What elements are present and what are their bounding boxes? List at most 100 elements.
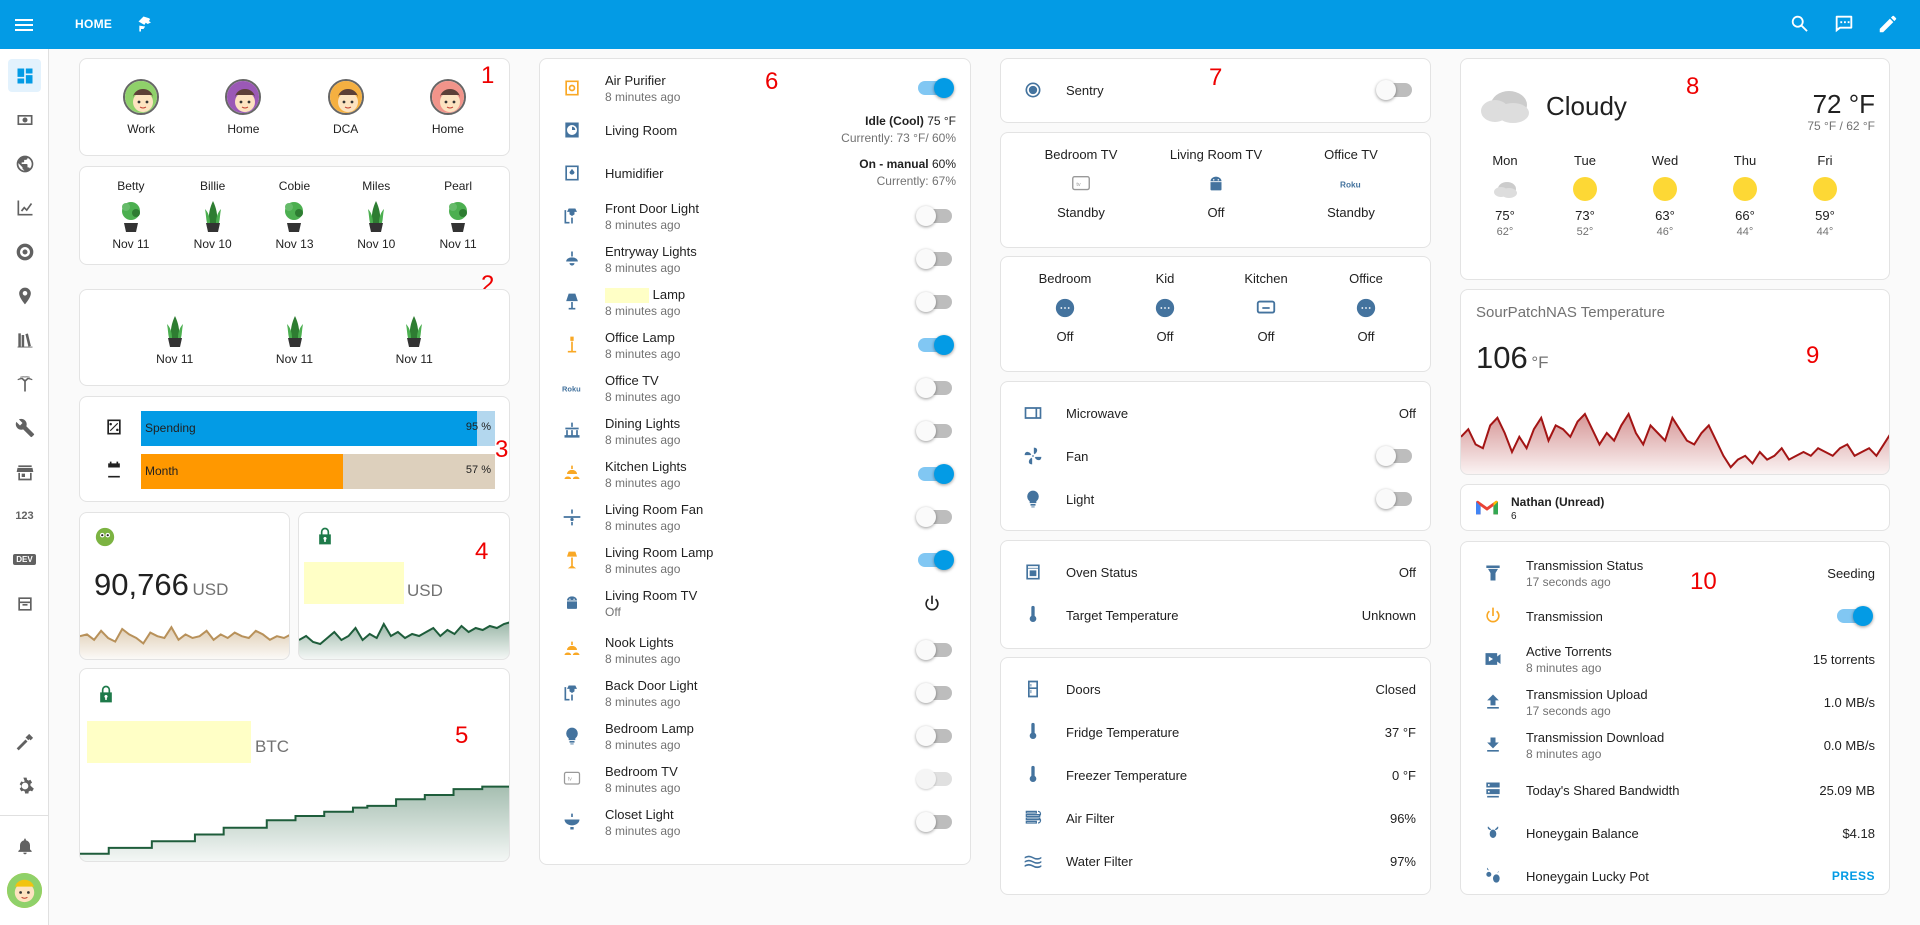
light-row[interactable]: Bedroom Lamp 8 minutes ago: [540, 717, 970, 757]
sidebar-item-media[interactable]: [8, 587, 41, 620]
light-toggle[interactable]: [916, 378, 952, 398]
tv-entity[interactable]: Bedroom TV tv Standby: [1021, 147, 1141, 220]
light-row[interactable]: Living Room Lamp 8 minutes ago: [540, 541, 970, 581]
person-2[interactable]: DCA: [306, 79, 386, 136]
person-3[interactable]: Home: [408, 79, 488, 136]
sidebar-item-notifications[interactable]: [8, 829, 41, 862]
row-toggle[interactable]: [1376, 446, 1412, 466]
sidebar-item-money[interactable]: [8, 103, 41, 136]
plant-1[interactable]: Billie Nov 10: [178, 179, 248, 251]
light-row[interactable]: Back Door Light 8 minutes ago: [540, 674, 970, 714]
entity-row[interactable]: Freezer Temperature 0 °F: [1001, 756, 1430, 796]
entity-row[interactable]: Transmission: [1461, 597, 1889, 637]
light-toggle[interactable]: [918, 464, 954, 484]
entity-row[interactable]: Oven Status Off: [1001, 553, 1430, 593]
gmail-card[interactable]: Nathan (Unread) 6: [1460, 484, 1890, 531]
light-toggle[interactable]: [916, 249, 952, 269]
light-toggle[interactable]: [916, 206, 952, 226]
light-toggle[interactable]: [916, 683, 952, 703]
sidebar-item-hacs[interactable]: [8, 455, 41, 488]
plant-3[interactable]: Miles Nov 10: [341, 179, 411, 251]
plant-0[interactable]: Betty Nov 11: [96, 179, 166, 251]
plant-2[interactable]: Cobie Nov 13: [259, 179, 329, 251]
entity-row[interactable]: Honeygain Lucky Pot PRESS: [1461, 857, 1889, 894]
light-row[interactable]: Front Door Light 8 minutes ago: [540, 197, 970, 237]
assist-icon[interactable]: [1833, 13, 1855, 35]
light-row[interactable]: Closet Light 8 minutes ago: [540, 803, 970, 843]
light-row[interactable]: Living Room TV Off: [540, 584, 970, 624]
light-toggle[interactable]: [916, 769, 952, 789]
entity-row[interactable]: Honeygain Balance $4.18: [1461, 814, 1889, 854]
tv-entity[interactable]: Office TV Roku Standby: [1291, 147, 1411, 220]
light-toggle[interactable]: [916, 507, 952, 527]
weather-card[interactable]: Cloudy 72 °F 75 °F / 62 °F Mon 75° 62° T…: [1460, 58, 1890, 280]
light-toggle[interactable]: [918, 78, 954, 98]
sidebar-item-map[interactable]: [8, 279, 41, 312]
cactus-0[interactable]: Nov 11: [140, 310, 210, 366]
light-toggle[interactable]: [916, 640, 952, 660]
tab-home[interactable]: HOME: [75, 17, 112, 31]
plant-4[interactable]: Pearl Nov 11: [423, 179, 493, 251]
bar-row-month[interactable]: Month 57 %: [80, 448, 509, 492]
light-toggle[interactable]: [916, 812, 952, 832]
usd-sensor-card-b[interactable]: USD: [298, 512, 510, 660]
light-row[interactable]: Roku Office TV 8 minutes ago: [540, 369, 970, 409]
light-toggle[interactable]: [916, 726, 952, 746]
entity-row[interactable]: Microwave Off: [1001, 394, 1430, 434]
light-row[interactable]: Living Room Idle (Cool) 75 °F Currently: …: [540, 111, 970, 151]
entity-row[interactable]: Water Filter 97%: [1001, 842, 1430, 882]
light-row[interactable]: Lamp 8 minutes ago: [540, 283, 970, 323]
menu-icon[interactable]: [12, 13, 36, 37]
entity-row[interactable]: Doors Closed: [1001, 670, 1430, 710]
sentry-toggle[interactable]: [1376, 80, 1412, 100]
light-row[interactable]: Office Lamp 8 minutes ago: [540, 326, 970, 366]
sidebar-item-tools[interactable]: [8, 411, 41, 444]
cactus-2[interactable]: Nov 11: [379, 310, 449, 366]
light-toggle[interactable]: [916, 292, 952, 312]
entity-row[interactable]: Active Torrents 8 minutes ago 15 torrent…: [1461, 640, 1889, 680]
sidebar-item-counter[interactable]: 123: [8, 499, 41, 532]
tv-entity[interactable]: Living Room TV Off: [1156, 147, 1276, 220]
light-row[interactable]: Kitchen Lights 8 minutes ago: [540, 455, 970, 495]
entity-row[interactable]: Light: [1001, 480, 1430, 520]
entity-row[interactable]: Transmission Upload 17 seconds ago 1.0 M…: [1461, 683, 1889, 723]
light-toggle[interactable]: [918, 335, 954, 355]
cactus-1[interactable]: Nov 11: [260, 310, 330, 366]
light-row[interactable]: Humidifier On - manual 60% Currently: 67%: [540, 154, 970, 194]
speaker-entity[interactable]: Office Off: [1306, 271, 1426, 344]
power-button[interactable]: [922, 594, 942, 614]
light-row[interactable]: Entryway Lights 8 minutes ago: [540, 240, 970, 280]
climate-state[interactable]: On - manual 60% Currently: 67%: [859, 157, 956, 188]
press-button[interactable]: PRESS: [1832, 869, 1875, 883]
row-toggle[interactable]: [1837, 606, 1873, 626]
sidebar-item-web[interactable]: [8, 147, 41, 180]
person-1[interactable]: Home: [203, 79, 283, 136]
person-0[interactable]: Work: [101, 79, 181, 136]
entity-row[interactable]: Target Temperature Unknown: [1001, 596, 1430, 636]
light-toggle[interactable]: [916, 421, 952, 441]
sidebar-item-target[interactable]: [8, 235, 41, 268]
entity-row[interactable]: Fan: [1001, 437, 1430, 477]
row-toggle[interactable]: [1376, 489, 1412, 509]
sidebar-item-dev[interactable]: DEV: [8, 543, 41, 576]
btc-sensor-card[interactable]: BTC: [79, 668, 510, 862]
sidebar-item-history[interactable]: [8, 191, 41, 224]
bar-row-spending[interactable]: Spending 95 %: [80, 405, 509, 449]
entity-row[interactable]: Today's Shared Bandwidth 25.09 MB: [1461, 771, 1889, 811]
sidebar-item-settings[interactable]: [8, 769, 41, 802]
search-icon[interactable]: [1789, 13, 1811, 35]
sidebar-item-developer-tools[interactable]: [8, 725, 41, 758]
entity-row[interactable]: Transmission Status 17 seconds ago Seedi…: [1461, 554, 1889, 594]
entity-row[interactable]: Fridge Temperature 37 °F: [1001, 713, 1430, 753]
sidebar-item-tesla[interactable]: [8, 367, 41, 400]
light-row[interactable]: Air Purifier 8 minutes ago: [540, 69, 970, 109]
edit-icon[interactable]: [1877, 13, 1899, 35]
nas-temperature-card[interactable]: SourPatchNAS Temperature 106 °F: [1460, 289, 1890, 475]
climate-state[interactable]: Idle (Cool) 75 °F Currently: 73 °F/ 60%: [841, 114, 956, 145]
entity-row[interactable]: Transmission Download 8 minutes ago 0.0 …: [1461, 726, 1889, 766]
light-row[interactable]: tv Bedroom TV 8 minutes ago: [540, 760, 970, 800]
entity-row[interactable]: Air Filter 96%: [1001, 799, 1430, 839]
light-row[interactable]: Living Room Fan 8 minutes ago: [540, 498, 970, 538]
sidebar-item-logbook[interactable]: [8, 323, 41, 356]
light-row[interactable]: Dining Lights 8 minutes ago: [540, 412, 970, 452]
